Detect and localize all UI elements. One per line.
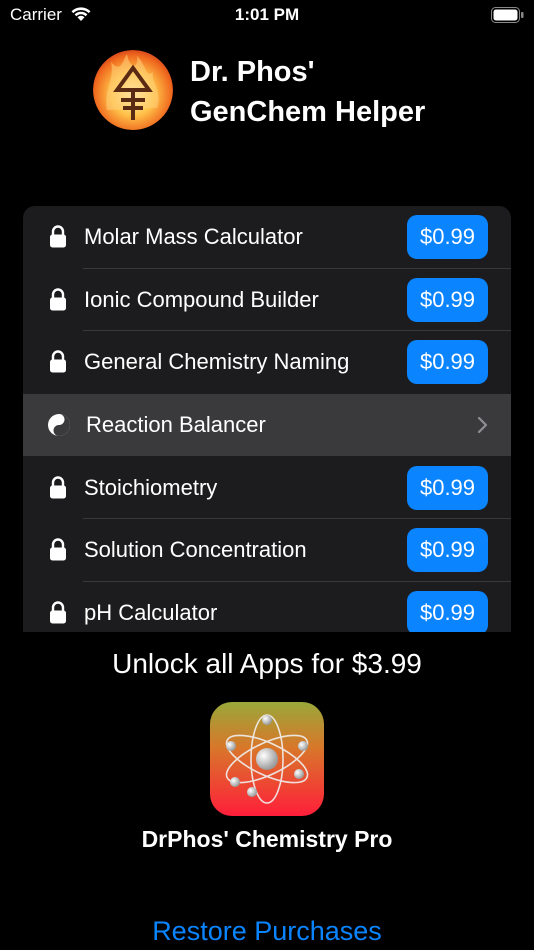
buy-ionic-compound-button[interactable]: $0.99 [407, 277, 488, 322]
list-item-molar-mass[interactable]: Molar Mass Calculator $0.99 [23, 206, 511, 269]
lock-icon [49, 225, 69, 249]
list-item-label: Molar Mass Calculator [84, 224, 303, 250]
buy-ph-calculator-button[interactable]: $0.99 [407, 590, 488, 632]
page-title-line-1: Dr. Phos' [190, 56, 315, 88]
list-item-label: Reaction Balancer [86, 412, 266, 438]
chemistry-pro-app-name: DrPhos' Chemistry Pro [141, 826, 393, 852]
lock-icon [49, 538, 69, 562]
yin-yang-icon [48, 413, 70, 437]
list-item-label: pH Calculator [84, 599, 218, 625]
page-title: Dr. Phos' GenChem Helper [190, 52, 425, 132]
list-item-label: General Chemistry Naming [84, 349, 350, 375]
list-item-label: Ionic Compound Builder [84, 286, 319, 312]
list-item-label: Solution Concentration [84, 537, 307, 563]
status-bar: Carrier 1:01 PM [0, 0, 534, 32]
lock-icon [49, 288, 69, 312]
lock-icon [49, 601, 69, 625]
restore-purchases-button[interactable]: Restore Purchases [0, 916, 534, 947]
buy-solution-concentration-button[interactable]: $0.99 [407, 528, 488, 573]
page-title-line-2: GenChem Helper [190, 96, 426, 128]
list-item-label: Stoichiometry [84, 474, 218, 500]
app-logo-icon [93, 50, 173, 130]
list-item-reaction-balancer[interactable]: Reaction Balancer [23, 393, 511, 457]
buy-molar-mass-button[interactable]: $0.99 [407, 215, 488, 260]
battery-icon [491, 7, 524, 23]
list-item-ph-calculator[interactable]: pH Calculator $0.99 [23, 582, 511, 632]
list-item-stoichiometry[interactable]: Stoichiometry $0.99 [23, 456, 511, 519]
lock-icon [49, 476, 69, 500]
list-item-ionic-compound[interactable]: Ionic Compound Builder $0.99 [23, 269, 511, 332]
chemistry-pro-app-icon[interactable] [210, 702, 324, 816]
chevron-right-icon [477, 416, 488, 434]
list-item-solution-concentration[interactable]: Solution Concentration $0.99 [23, 519, 511, 582]
buy-chemistry-naming-button[interactable]: $0.99 [407, 340, 488, 385]
app-list[interactable]: Molar Mass Calculator $0.99 Ionic Compou… [23, 206, 511, 632]
lock-icon [49, 350, 69, 374]
buy-stoichiometry-button[interactable]: $0.99 [407, 465, 488, 510]
list-item-chemistry-naming[interactable]: General Chemistry Naming $0.99 [23, 331, 511, 394]
status-time: 1:01 PM [234, 5, 300, 24]
unlock-all-label[interactable]: Unlock all Apps for $3.99 [0, 648, 534, 680]
